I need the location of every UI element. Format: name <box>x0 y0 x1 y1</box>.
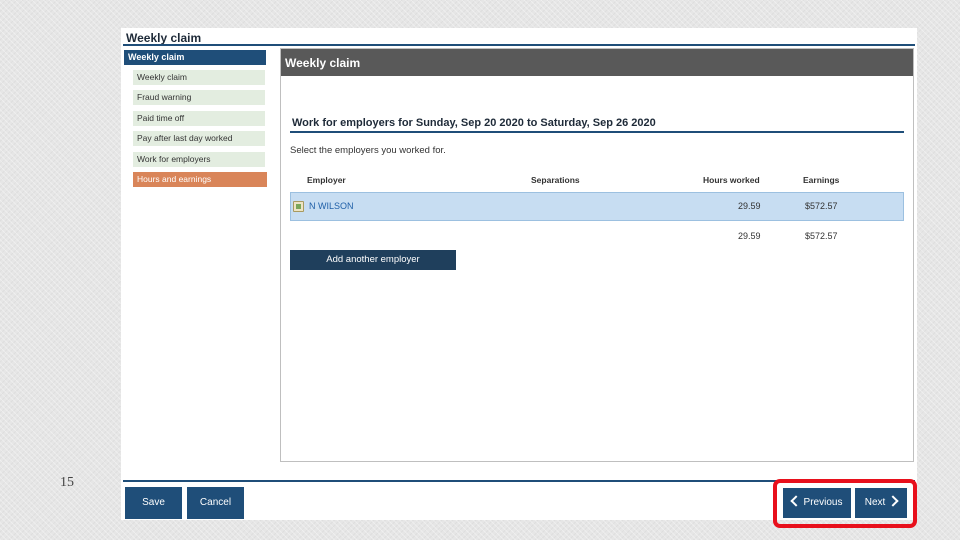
total-hours: 29.59 <box>738 231 761 241</box>
employer-link[interactable]: N WILSON <box>309 201 354 211</box>
sidebar-item-work-for-employers[interactable]: Work for employers <box>133 152 265 167</box>
instruction-text: Select the employers you worked for. <box>290 145 446 156</box>
main-panel: Weekly claim Work for employers for Sund… <box>280 48 914 462</box>
panel-header: Weekly claim <box>281 49 913 76</box>
column-header-earnings: Earnings <box>803 175 840 185</box>
previous-label: Previous <box>803 497 843 508</box>
column-header-separations: Separations <box>531 175 580 185</box>
chevron-left-icon <box>789 495 802 508</box>
previous-button[interactable]: Previous <box>783 488 851 518</box>
column-header-employer: Employer <box>307 175 346 185</box>
save-button[interactable]: Save <box>125 487 182 519</box>
cancel-button[interactable]: Cancel <box>187 487 244 519</box>
add-another-employer-button[interactable]: Add another employer <box>290 250 456 270</box>
sidebar-item-fraud-warning[interactable]: Fraud warning <box>133 90 265 105</box>
total-earnings: $572.57 <box>805 231 838 241</box>
sidebar-item-hours-and-earnings[interactable]: Hours and earnings <box>133 172 267 187</box>
sidebar-header[interactable]: Weekly claim <box>124 50 266 65</box>
page-title: Weekly claim <box>126 31 202 45</box>
title-divider <box>123 44 915 46</box>
next-label: Next <box>864 497 886 508</box>
hours-cell: 29.59 <box>738 201 761 211</box>
employer-card-icon <box>293 201 304 212</box>
column-header-hours-worked: Hours worked <box>703 175 760 185</box>
chevron-right-icon <box>887 495 899 508</box>
section-divider <box>290 131 904 133</box>
sidebar-item-weekly-claim[interactable]: Weekly claim <box>133 70 265 85</box>
next-button[interactable]: Next <box>855 488 907 518</box>
earnings-cell: $572.57 <box>805 201 838 211</box>
section-title: Work for employers for Sunday, Sep 20 20… <box>292 117 656 129</box>
slide-number: 15 <box>60 475 74 490</box>
table-row[interactable]: N WILSON 29.59 $572.57 <box>290 192 904 221</box>
sidebar-item-pay-after-last-day[interactable]: Pay after last day worked <box>133 131 265 146</box>
sidebar-item-paid-time-off[interactable]: Paid time off <box>133 111 265 126</box>
